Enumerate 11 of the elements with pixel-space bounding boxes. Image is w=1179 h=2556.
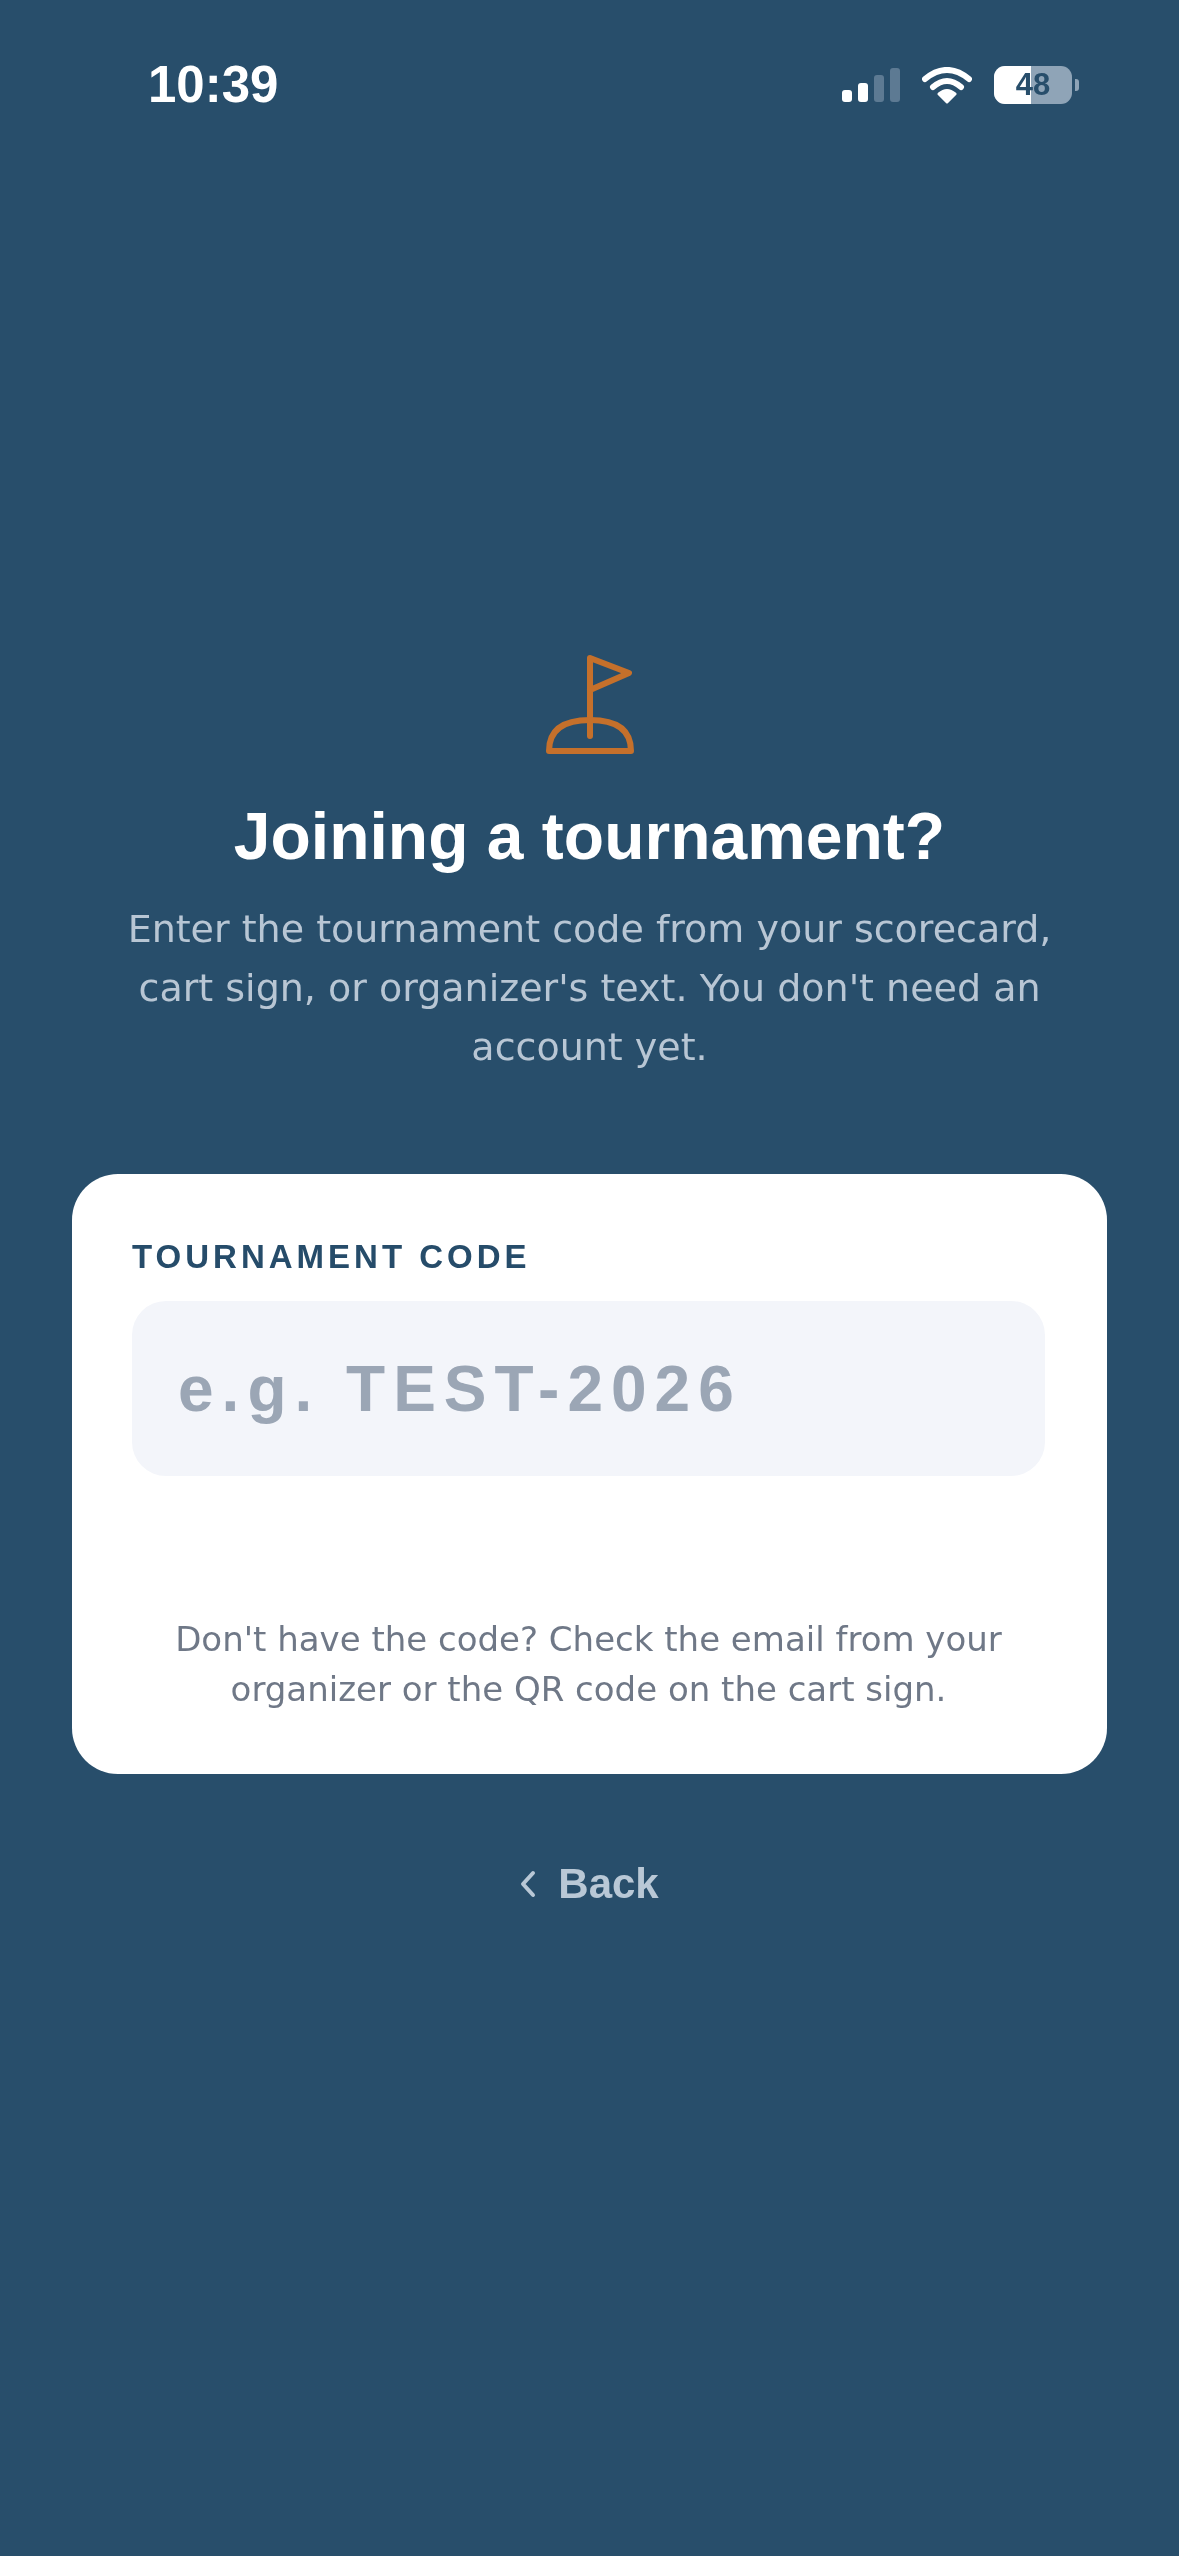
page-title: Joining a tournament? [233, 798, 946, 875]
wifi-icon [922, 66, 972, 104]
signal-icon [842, 68, 900, 102]
chevron-left-icon [520, 1870, 537, 1898]
code-input-field[interactable]: e.g. TEST-2026 [132, 1301, 1045, 1476]
page-subtitle: Enter the tournament code from your scorecard, cart sign, or organizer's text. You don't need an account yet. [126, 906, 1053, 1071]
status-time: 10:39 [148, 56, 279, 114]
golf-flag-icon [544, 654, 635, 755]
help-text: Don't have the code? Check the email from your organizer or the QR code on the cart sign. [174, 1618, 1003, 1711]
back-button[interactable]: Back [508, 1848, 671, 1920]
field-label: TOURNAMENT CODE [132, 1237, 531, 1277]
